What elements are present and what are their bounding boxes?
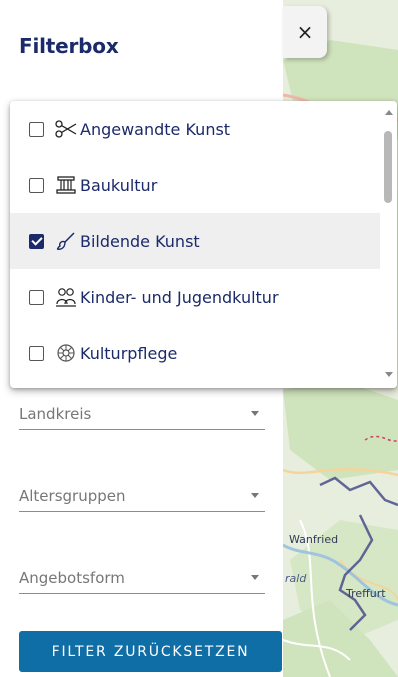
option-kulturpflege[interactable]: Kulturpflege [10,325,380,381]
option-label: Angewandte Kunst [80,119,231,139]
reset-filter-button[interactable]: FILTER ZURÜCKSETZEN [19,631,282,672]
option-angewandte-kunst[interactable]: Angewandte Kunst [10,101,380,157]
checkbox-checked[interactable] [29,233,44,249]
close-button[interactable]: × [283,6,327,58]
option-baukultur[interactable]: Baukultur [10,157,380,213]
scrollbar-thumb[interactable] [384,131,392,203]
option-bildende-kunst[interactable]: Bildende Kunst [10,213,380,269]
angebotsform-select-label: Angebotsform [19,569,125,587]
panel-title: Filterbox [19,34,119,58]
option-label: Kulturpflege [80,343,178,363]
option-label: Baukultur [80,175,158,195]
map-label-wanfried: Wanfried [289,533,339,546]
dropdown-scrollbar[interactable] [381,101,397,388]
children-icon [54,285,78,309]
scissors-icon [54,117,78,141]
checkbox[interactable] [29,177,44,193]
altersgruppen-select-label: Altersgruppen [19,487,126,505]
checkbox[interactable] [29,121,44,137]
brush-icon [54,229,78,253]
checkbox[interactable] [29,289,44,305]
map-label-treffurt: Treffurt [346,587,386,600]
scroll-up-icon[interactable] [385,110,393,115]
landkreis-select-label: Landkreis [19,405,92,423]
angebotsform-select[interactable]: Angebotsform [19,557,265,594]
chevron-down-icon [251,493,259,498]
altersgruppen-select[interactable]: Altersgruppen [19,475,265,512]
scroll-down-icon[interactable] [385,372,393,377]
option-label: Kinder- und Jugendkultur [80,287,279,307]
column-icon [54,173,78,197]
option-kinder-jugendkultur[interactable]: Kinder- und Jugendkultur [10,269,380,325]
chevron-down-icon [251,411,259,416]
map-label-rald: rald [285,572,307,585]
sparte-dropdown-menu: Angewandte Kunst Baukultur Bildende Kuns… [10,101,397,388]
chevron-down-icon [251,575,259,580]
ornament-icon [54,341,78,365]
option-label: Bildende Kunst [80,231,200,251]
landkreis-select[interactable]: Landkreis [19,393,265,430]
checkbox[interactable] [29,345,44,361]
close-icon: × [296,20,314,44]
